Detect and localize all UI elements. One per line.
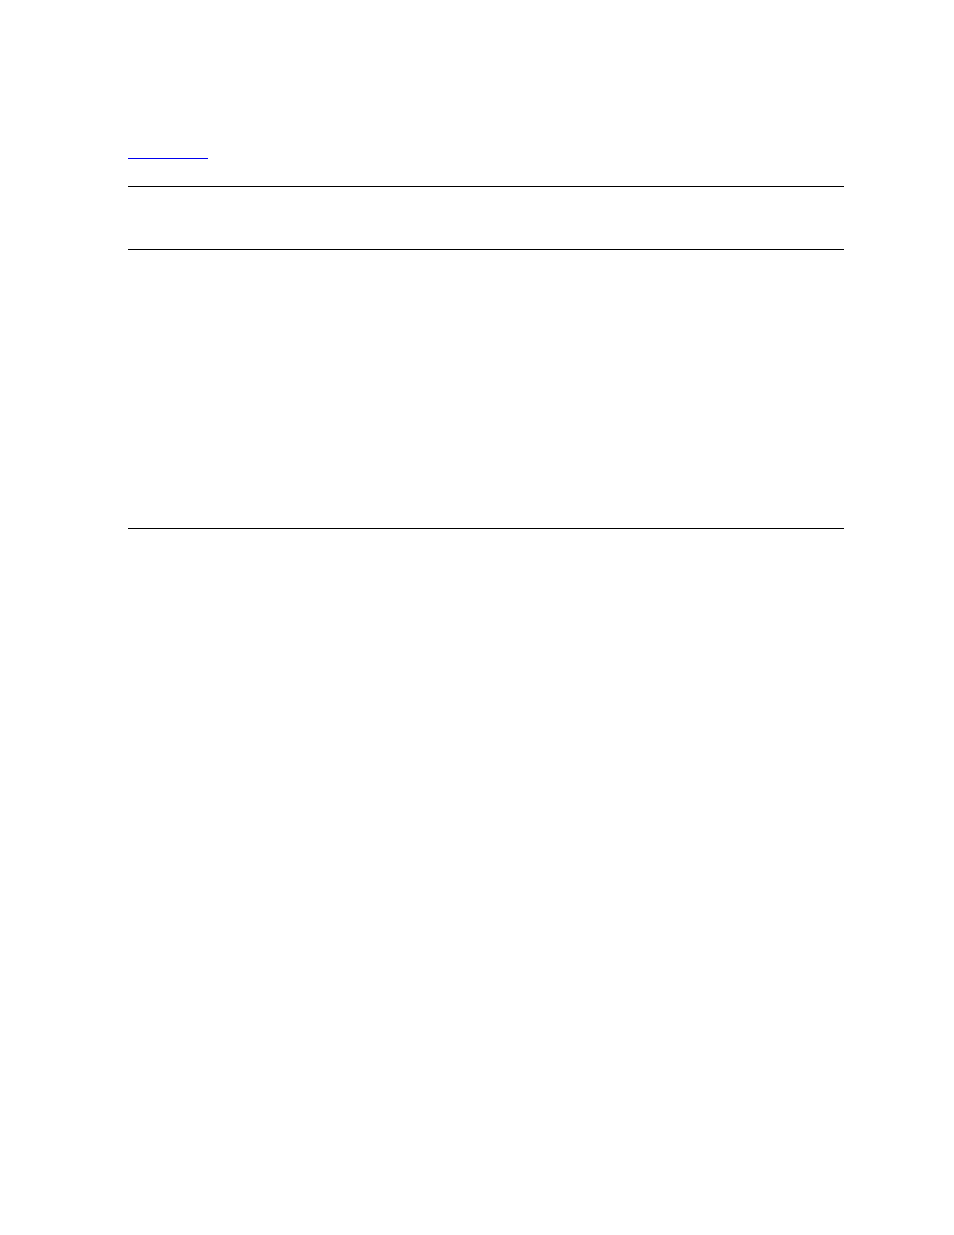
divider-2: [128, 249, 844, 250]
divider-3: [128, 528, 844, 529]
divider-1: [128, 186, 844, 187]
top-link[interactable]: [128, 144, 208, 162]
document-body: [128, 144, 844, 529]
